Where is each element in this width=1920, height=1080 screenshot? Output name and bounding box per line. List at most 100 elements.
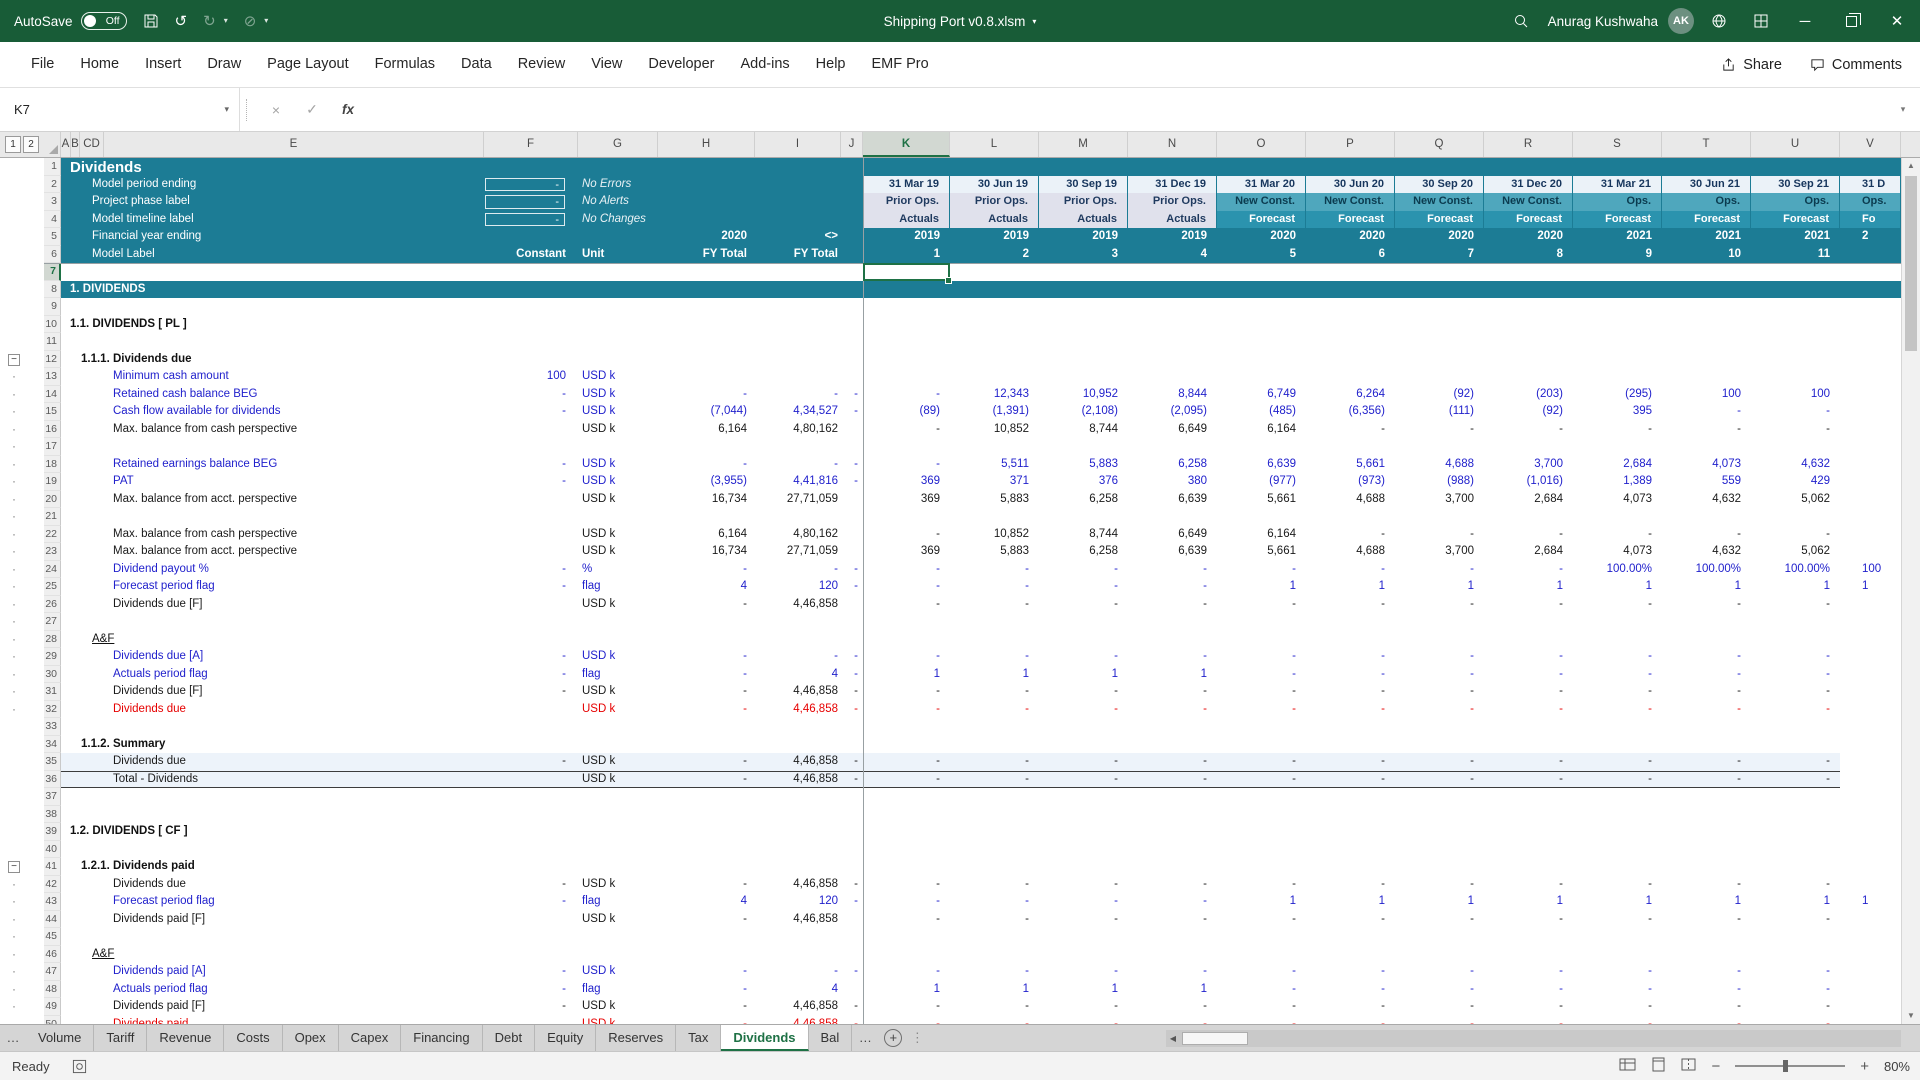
cell-K43[interactable]: - (863, 893, 950, 911)
cell-F24[interactable]: - (484, 561, 578, 579)
name-box-dropdown-icon[interactable]: ▾ (224, 104, 229, 115)
cell-P44[interactable]: - (1306, 911, 1395, 929)
cell-L29[interactable]: - (950, 648, 1039, 666)
cell-H36[interactable]: - (658, 771, 755, 789)
cell-M47[interactable]: - (1039, 963, 1128, 981)
cell-E39[interactable]: 1.2. DIVIDENDS [ CF ] (61, 823, 484, 841)
cell-N23[interactable]: 6,639 (1128, 543, 1217, 561)
ribbon-tab-formulas[interactable]: Formulas (362, 42, 448, 87)
cell-G35[interactable]: USD k (578, 753, 658, 771)
cell-J14[interactable]: - (841, 386, 863, 404)
column-header-K[interactable]: K (863, 132, 950, 157)
cell-H49[interactable]: - (658, 998, 755, 1016)
cell-K26[interactable]: - (863, 596, 950, 614)
cell-R4[interactable]: Forecast (1484, 211, 1573, 229)
cell-L19[interactable]: 371 (950, 473, 1039, 491)
cell-U20[interactable]: 5,062 (1751, 491, 1840, 509)
horizontal-scrollbar[interactable]: ◀ (1166, 1030, 1901, 1047)
cell-K2[interactable]: 31 Mar 19 (863, 176, 950, 194)
cell-K24[interactable]: - (863, 561, 950, 579)
cell-U26[interactable]: - (1751, 596, 1840, 614)
cell-H30[interactable]: - (658, 666, 755, 684)
zoom-level[interactable]: 80% (1884, 1059, 1910, 1074)
cell-L26[interactable]: - (950, 596, 1039, 614)
cell-L47[interactable]: - (950, 963, 1039, 981)
cell-M16[interactable]: 8,744 (1039, 421, 1128, 439)
cell-P30[interactable]: - (1306, 666, 1395, 684)
cell-L15[interactable]: (1,391) (950, 403, 1039, 421)
cell-P19[interactable]: (973) (1306, 473, 1395, 491)
cell-H50[interactable]: - (658, 1016, 755, 1025)
cell-E15[interactable]: Cash flow available for dividends (61, 403, 484, 421)
sheet-tab-equity[interactable]: Equity (535, 1025, 596, 1051)
save-icon[interactable] (143, 13, 159, 29)
cell-T43[interactable]: 1 (1662, 893, 1751, 911)
cell-L16[interactable]: 10,852 (950, 421, 1039, 439)
cell-O35[interactable]: - (1217, 753, 1306, 771)
cell-Q44[interactable]: - (1395, 911, 1484, 929)
cell-F14[interactable]: - (484, 386, 578, 404)
cell-T30[interactable]: - (1662, 666, 1751, 684)
cell-U44[interactable]: - (1751, 911, 1840, 929)
cell-K50[interactable]: - (863, 1016, 950, 1025)
cell-N42[interactable]: - (1128, 876, 1217, 894)
cell-O44[interactable]: - (1217, 911, 1306, 929)
cell-O6[interactable]: 5 (1217, 246, 1306, 264)
ribbon-tab-help[interactable]: Help (803, 42, 859, 87)
ribbon-options-icon[interactable] (1740, 0, 1782, 42)
cell-G18[interactable]: USD k (578, 456, 658, 474)
cell-T25[interactable]: 1 (1662, 578, 1751, 596)
cell-O4[interactable]: Forecast (1217, 211, 1306, 229)
cell-F18[interactable]: - (484, 456, 578, 474)
cell-K23[interactable]: 369 (863, 543, 950, 561)
row-header-49[interactable]: 49 (44, 998, 61, 1016)
cell-R22[interactable]: - (1484, 526, 1573, 544)
cell-R44[interactable]: - (1484, 911, 1573, 929)
cell-O16[interactable]: 6,164 (1217, 421, 1306, 439)
column-header-P[interactable]: P (1306, 132, 1395, 157)
zoom-in-button[interactable]: + (1860, 1058, 1869, 1075)
cell-O24[interactable]: - (1217, 561, 1306, 579)
cell-N32[interactable]: - (1128, 701, 1217, 719)
cell-R48[interactable]: - (1484, 981, 1573, 999)
cell-K19[interactable]: 369 (863, 473, 950, 491)
cell-Q19[interactable]: (988) (1395, 473, 1484, 491)
cell-E1[interactable]: Dividends (61, 158, 484, 176)
cell-S44[interactable]: - (1573, 911, 1662, 929)
cell-R20[interactable]: 2,684 (1484, 491, 1573, 509)
row-header-14[interactable]: 14 (44, 386, 61, 404)
cell-N35[interactable]: - (1128, 753, 1217, 771)
cell-E31[interactable]: Dividends due [F] (61, 683, 484, 701)
cell-O18[interactable]: 6,639 (1217, 456, 1306, 474)
ribbon-tab-draw[interactable]: Draw (194, 42, 254, 87)
cell-T42[interactable]: - (1662, 876, 1751, 894)
cell-M18[interactable]: 5,883 (1039, 456, 1128, 474)
cell-N2[interactable]: 31 Dec 19 (1128, 176, 1217, 194)
title-dropdown-icon[interactable]: ▾ (1032, 17, 1036, 26)
cell-O15[interactable]: (485) (1217, 403, 1306, 421)
cell-M43[interactable]: - (1039, 893, 1128, 911)
cell-R26[interactable]: - (1484, 596, 1573, 614)
row-header-21[interactable]: 21 (44, 508, 61, 526)
cell-R18[interactable]: 3,700 (1484, 456, 1573, 474)
cell-S30[interactable]: - (1573, 666, 1662, 684)
cell-S31[interactable]: - (1573, 683, 1662, 701)
document-title[interactable]: Shipping Port v0.8.xlsm (884, 14, 1026, 29)
cell-N5[interactable]: 2019 (1128, 228, 1217, 246)
cell-K5[interactable]: 2019 (863, 228, 950, 246)
cell-S42[interactable]: - (1573, 876, 1662, 894)
cell-H23[interactable]: 16,734 (658, 543, 755, 561)
cell-N20[interactable]: 6,639 (1128, 491, 1217, 509)
cell-N44[interactable]: - (1128, 911, 1217, 929)
cell-P3[interactable]: New Const. (1306, 193, 1395, 211)
cell-F19[interactable]: - (484, 473, 578, 491)
cell-F3[interactable]: - (485, 195, 565, 209)
cell-E8[interactable]: 1. DIVIDENDS (61, 281, 484, 299)
cell-G47[interactable]: USD k (578, 963, 658, 981)
cell-O3[interactable]: New Const. (1217, 193, 1306, 211)
cell-Q47[interactable]: - (1395, 963, 1484, 981)
cell-F48[interactable]: - (484, 981, 578, 999)
user-name[interactable]: Anurag Kushwaha (1548, 14, 1658, 29)
cell-P26[interactable]: - (1306, 596, 1395, 614)
cell-M4[interactable]: Actuals (1039, 211, 1128, 229)
